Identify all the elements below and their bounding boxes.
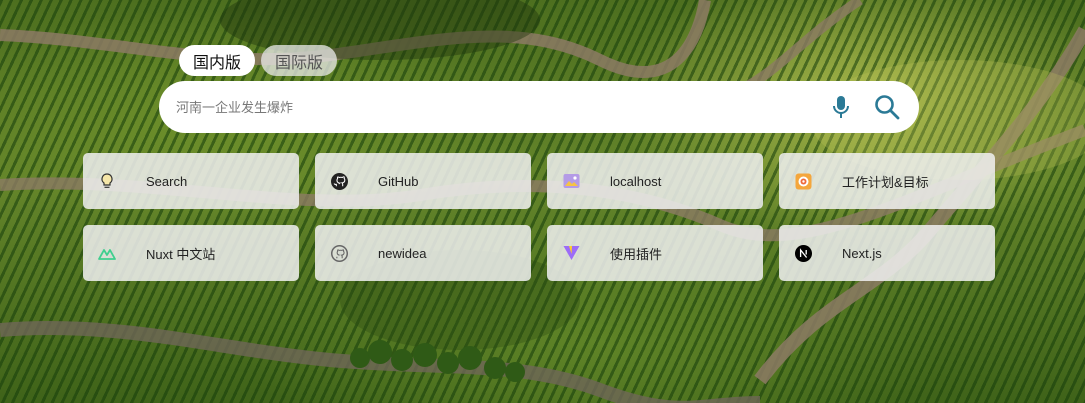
- nextjs-icon: [794, 244, 812, 262]
- shortcut-nuxt[interactable]: Nuxt 中文站: [83, 225, 299, 281]
- image-icon: [562, 172, 580, 190]
- shortcut-grid: Search GitHub localhost 工作计划&目标 Nuxt 中文站…: [83, 153, 995, 281]
- github-icon: [330, 172, 348, 190]
- shortcut-github[interactable]: GitHub: [315, 153, 531, 209]
- tab-domestic[interactable]: 国内版: [179, 45, 256, 76]
- search-bar: [159, 81, 919, 133]
- shortcut-label: 工作计划&目标: [842, 174, 929, 190]
- vite-icon: [562, 244, 580, 262]
- shortcut-localhost[interactable]: localhost: [547, 153, 763, 209]
- target-icon: [794, 172, 812, 190]
- shortcut-work-plan[interactable]: 工作计划&目标: [779, 153, 995, 209]
- shortcut-label: Next.js: [842, 245, 882, 261]
- shortcut-nextjs[interactable]: Next.js: [779, 225, 995, 281]
- lightbulb-icon: [98, 172, 116, 190]
- shortcut-label: Search: [146, 173, 188, 189]
- nuxt-icon: [98, 244, 116, 262]
- github-icon: [330, 244, 348, 262]
- search-icon[interactable]: [873, 93, 901, 121]
- search-input[interactable]: [174, 98, 827, 116]
- shortcut-label: localhost: [610, 173, 662, 189]
- microphone-icon[interactable]: [827, 93, 855, 121]
- search-engine-tabs: 国内版 国际版: [179, 45, 338, 76]
- shortcut-label: 使用插件: [610, 246, 663, 262]
- tab-international[interactable]: 国际版: [261, 45, 338, 76]
- shortcut-label: newidea: [378, 245, 427, 261]
- shortcut-use-plugins[interactable]: 使用插件: [547, 225, 763, 281]
- shortcut-search[interactable]: Search: [83, 153, 299, 209]
- shortcut-label: GitHub: [378, 173, 419, 189]
- shortcut-newidea[interactable]: newidea: [315, 225, 531, 281]
- shortcut-label: Nuxt 中文站: [146, 246, 216, 262]
